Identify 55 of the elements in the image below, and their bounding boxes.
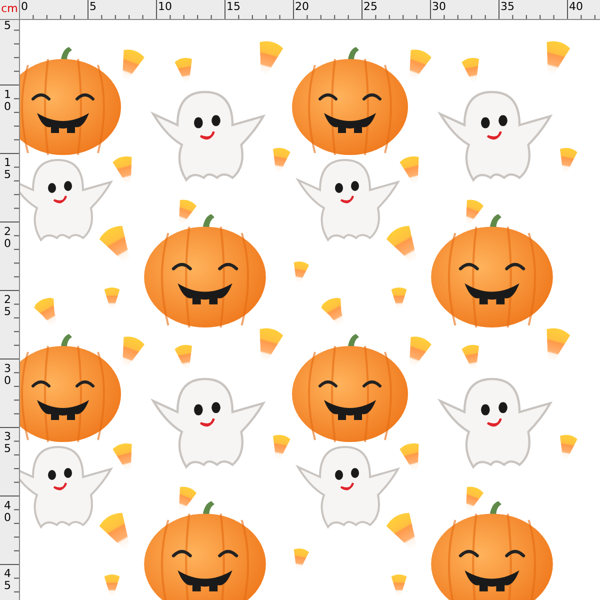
candy-corn-icon (386, 226, 417, 262)
candy-corn-icon (174, 344, 192, 370)
ruler-label: 5 (4, 20, 11, 32)
candy-corn-icon (294, 548, 310, 570)
candy-corn-icon (112, 443, 132, 471)
candy-corn-icon (400, 443, 419, 471)
candy-corn-icon (260, 41, 284, 76)
ruler-label: 35 (4, 431, 11, 455)
candy-corn-icon (386, 512, 417, 549)
candy-corn-icon (546, 41, 570, 76)
ruler-label: 40 (4, 500, 11, 524)
candy-corn-icon (462, 344, 479, 370)
candy-corn-icon (122, 50, 144, 80)
candy-corn-icon (466, 486, 484, 512)
ruler-label: 35 (500, 1, 514, 13)
candy-corn-icon (99, 226, 130, 262)
unit-label: cm (0, 0, 20, 20)
ruler-label: 30 (432, 1, 446, 13)
ruler-label: 25 (4, 294, 11, 318)
candy-corn-icon (122, 336, 144, 368)
ruler-label: 0 (21, 1, 28, 13)
candy-corn-icon (409, 336, 432, 368)
candy-corn-icon (34, 298, 57, 325)
ruler-label: 25 (364, 1, 378, 13)
candy-corn-icon (178, 200, 197, 224)
candy-corn-icon (560, 434, 578, 460)
candy-corn-icon (409, 50, 432, 80)
ruler-label: 45 (4, 568, 11, 592)
ruler-label: 15 (226, 1, 240, 13)
candy-corn-icon (466, 200, 484, 224)
candy-corn-icon (560, 148, 578, 173)
candy-corn-icon (462, 58, 479, 83)
ruler-label: 30 (4, 362, 11, 386)
candy-corn-icon (273, 148, 290, 173)
ruler-label: 15 (4, 157, 11, 181)
candy-corn-icon (294, 261, 310, 284)
ruler-label: 10 (4, 88, 11, 112)
ruler-label: 5 (90, 1, 96, 13)
ruler-label: 10 (158, 1, 172, 13)
candy-corn-icon (178, 486, 197, 512)
ruler-label: 20 (4, 226, 11, 250)
candy-corn-icon (104, 288, 120, 310)
candy-corn-icon (260, 328, 284, 362)
candy-corn-icon (104, 574, 120, 596)
ruler-label: 40 (569, 1, 583, 13)
candy-corn-icon (99, 512, 130, 549)
candy-corn-icon (273, 434, 290, 460)
candy-corn-icon (174, 58, 192, 83)
candy-corn-icon (400, 156, 419, 184)
candy-corn-icon (321, 298, 344, 325)
ruler-label: 20 (295, 1, 309, 13)
candy-corn-icon (112, 156, 132, 184)
candy-corn-icon (391, 288, 407, 310)
candy-corn-icon (391, 574, 407, 596)
candy-corn-icon (546, 328, 570, 362)
